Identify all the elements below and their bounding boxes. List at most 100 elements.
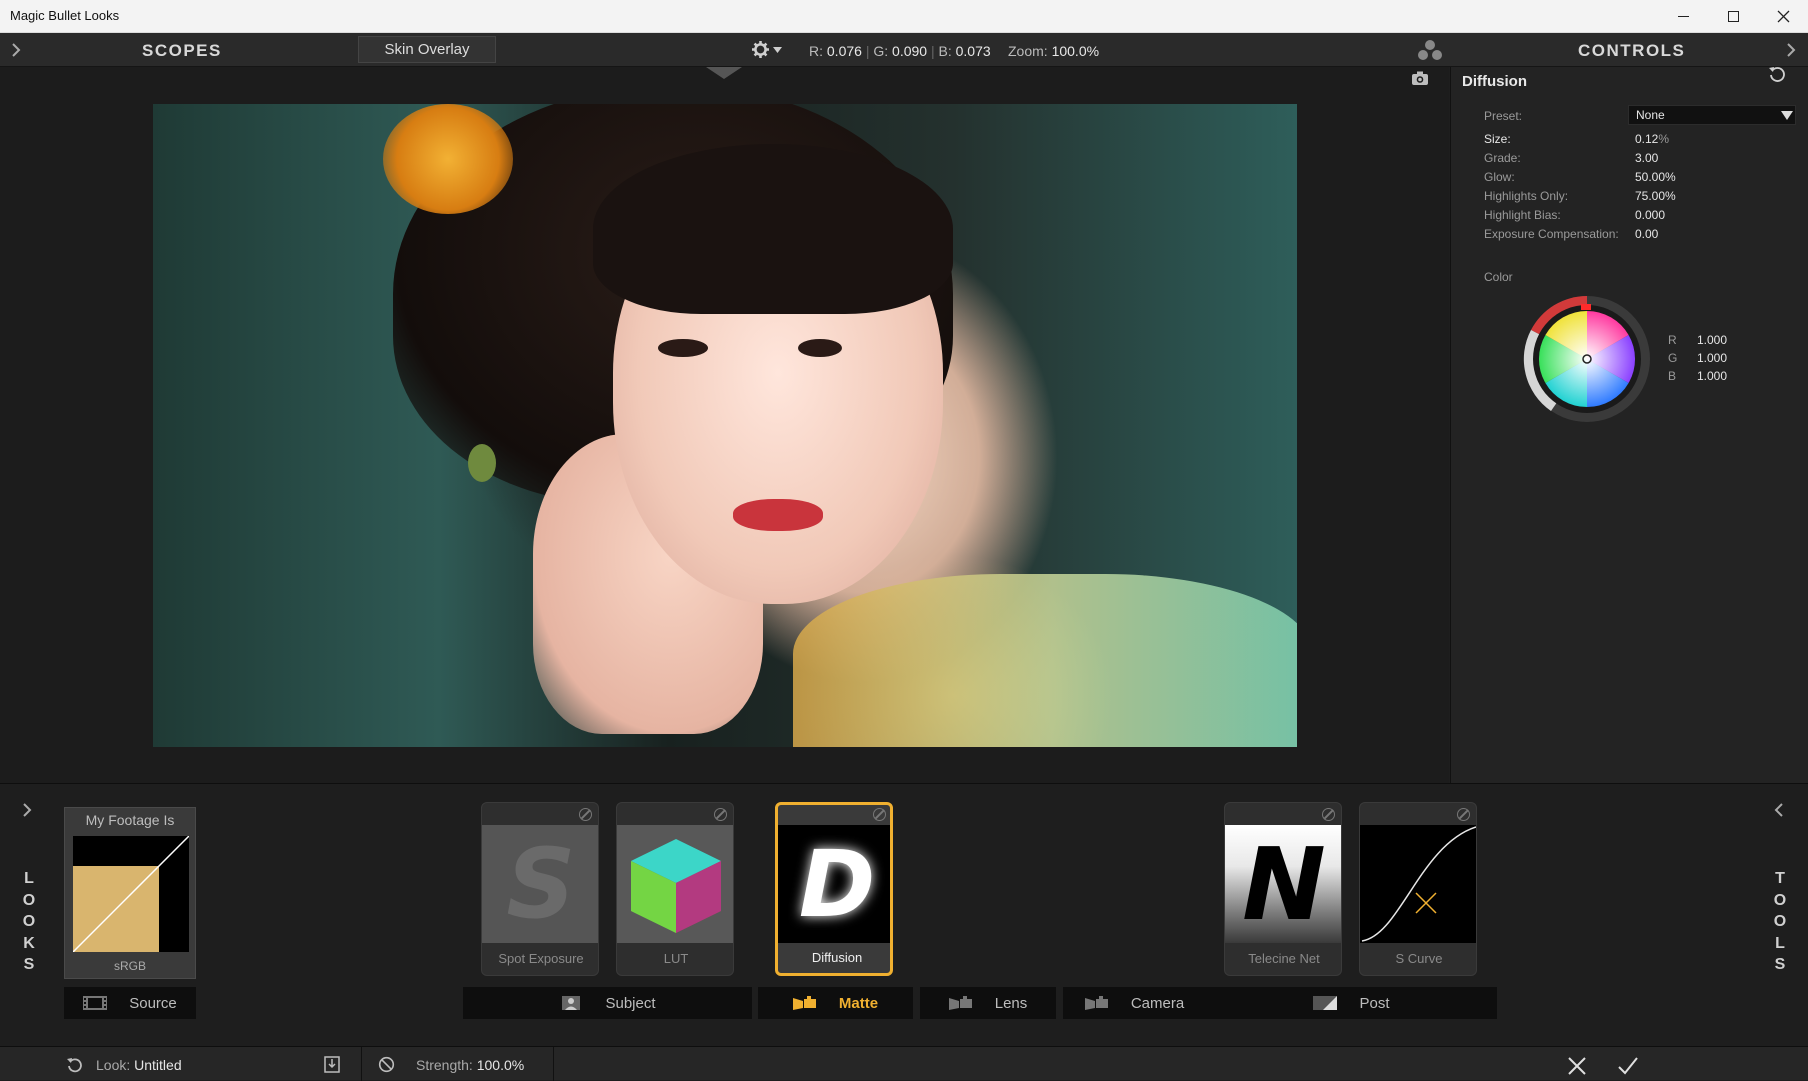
save-look-icon[interactable] [324,1056,340,1073]
preset-label: Preset: [1484,109,1523,123]
status-bar: Look: Untitled Strength: 100.0% [0,1046,1808,1081]
tool-card-telecine-net[interactable]: N Telecine Net [1224,802,1342,976]
post-icon [1313,996,1338,1010]
tool-chain-area: LOOKS My Footage Is sRGB Source S Spot E… [0,783,1808,1046]
param-value-highlights-only[interactable]: 75.00% [1635,189,1676,203]
snapshot-camera-icon[interactable] [1411,71,1429,86]
diffusion-thumbnail: D [778,825,890,943]
chevron-down-icon [773,46,782,53]
tab-subject[interactable]: Subject [463,987,752,1019]
s-curve-thumbnail [1360,825,1476,943]
preset-dropdown[interactable]: None [1628,105,1796,125]
camera-icon [1084,996,1108,1010]
bypass-icon[interactable] [873,808,886,821]
colorspace-label: sRGB [113,959,146,973]
tool-card-spot-exposure[interactable]: S Spot Exposure [481,802,599,976]
green-channel-value[interactable]: 1.000 [1697,351,1727,365]
window-title: Magic Bullet Looks [10,8,120,23]
blue-channel-label: B [1668,369,1677,383]
bypass-icon[interactable] [1457,808,1470,821]
tab-camera[interactable]: Camera [1063,987,1206,1019]
expand-tools-chevron-icon[interactable] [1773,802,1785,818]
looks-drawer-label[interactable]: LOOKS [17,868,41,976]
color-wheels-icon[interactable] [1416,39,1444,61]
color-wheel[interactable] [1521,293,1653,425]
apply-button[interactable] [1617,1056,1639,1076]
tool-card-s-curve[interactable]: S Curve [1359,802,1477,976]
tab-matte[interactable]: Matte [758,987,913,1019]
blue-readout: 0.073 [955,43,991,59]
tool-card-lut[interactable]: LUT [616,802,734,976]
header-strip: SCOPES Skin Overlay R: 0.076 | G: 0.090 … [0,33,1808,67]
minimize-icon [1677,16,1689,17]
expand-scopes-chevron-icon[interactable] [10,42,22,58]
green-channel-label: G [1668,351,1678,365]
post-tab-label: Post [1359,994,1390,1012]
source-tab-label: Source [129,994,177,1012]
tool-card-diffusion[interactable]: D Diffusion [775,802,893,976]
expand-controls-chevron-icon[interactable] [1785,42,1797,58]
param-label-glow: Glow: [1484,170,1515,184]
param-label-highlights-only: Highlights Only: [1484,189,1569,203]
param-label-size: Size: [1484,132,1511,146]
red-readout: 0.076 [826,43,862,59]
gear-icon [752,41,769,58]
minimize-button[interactable] [1658,0,1708,33]
gamma-curve-thumbnail [73,836,189,952]
dropdown-arrow-icon [1781,111,1793,120]
param-value-exposure-compensation[interactable]: 0.00 [1635,227,1658,241]
film-strip-icon [83,996,108,1010]
tool-name: Telecine Net [1248,951,1320,966]
lut-cube-thumbnail [617,825,733,943]
scopes-label[interactable]: SCOPES [142,41,222,61]
tool-name: Diffusion [811,950,863,965]
maximize-button[interactable] [1708,0,1758,33]
param-value-grade[interactable]: 3.00 [1635,151,1658,165]
controls-label[interactable]: CONTROLS [1578,41,1685,61]
matte-tab-label: Matte [838,994,879,1012]
param-value-size[interactable]: 0.12% [1635,132,1669,146]
color-label: Color [1484,270,1513,284]
tool-name: S Curve [1395,951,1443,966]
pixel-readout: R: 0.076 | G: 0.090 | B: 0.073 [809,43,991,59]
param-label-grade: Grade: [1484,151,1521,165]
tab-post[interactable]: Post [1206,987,1497,1019]
blue-channel-value[interactable]: 1.000 [1697,369,1727,383]
expand-looks-chevron-icon[interactable] [21,802,33,818]
tab-lens[interactable]: Lens [920,987,1056,1019]
image-viewer[interactable] [0,67,1449,783]
footage-header: My Footage Is [85,812,175,828]
skin-overlay-button[interactable]: Skin Overlay [358,36,496,63]
strength-readout[interactable]: Strength: 100.0% [416,1057,524,1073]
subject-tab-label: Subject [605,994,656,1012]
lens-tab-label: Lens [994,994,1028,1012]
zoom-readout[interactable]: Zoom: 100.0% [1008,43,1099,59]
reset-icon[interactable] [1768,65,1786,83]
bypass-icon[interactable] [714,808,727,821]
red-channel-value[interactable]: 1.000 [1697,333,1727,347]
tab-source[interactable]: Source [64,987,196,1019]
bypass-all-icon[interactable] [378,1056,395,1073]
param-label-highlight-bias: Highlight Bias: [1484,208,1561,222]
preview-image[interactable] [153,104,1297,747]
cancel-button[interactable] [1567,1056,1587,1076]
person-icon [562,996,581,1010]
close-icon [1777,10,1789,23]
tools-drawer-label[interactable]: TOOLS [1768,868,1792,976]
close-window-button[interactable] [1758,0,1808,33]
controls-panel: Diffusion Preset: None Size: 0.12% Grade… [1450,67,1808,783]
undo-look-icon[interactable] [66,1056,84,1073]
camera-tab-label: Camera [1130,994,1185,1012]
look-name[interactable]: Look: Untitled [96,1057,182,1073]
maximize-icon [1727,11,1739,22]
param-value-highlight-bias[interactable]: 0.000 [1635,208,1665,222]
tool-name-heading: Diffusion [1462,73,1527,90]
green-readout: 0.090 [892,43,928,59]
bypass-icon[interactable] [579,808,592,821]
viewer-settings-button[interactable] [752,41,782,58]
param-value-glow[interactable]: 50.00% [1635,170,1676,184]
tool-name: LUT [663,951,689,966]
source-card[interactable]: My Footage Is sRGB [64,807,196,979]
bypass-icon[interactable] [1322,808,1335,821]
collapse-triangle-icon[interactable] [706,67,742,81]
